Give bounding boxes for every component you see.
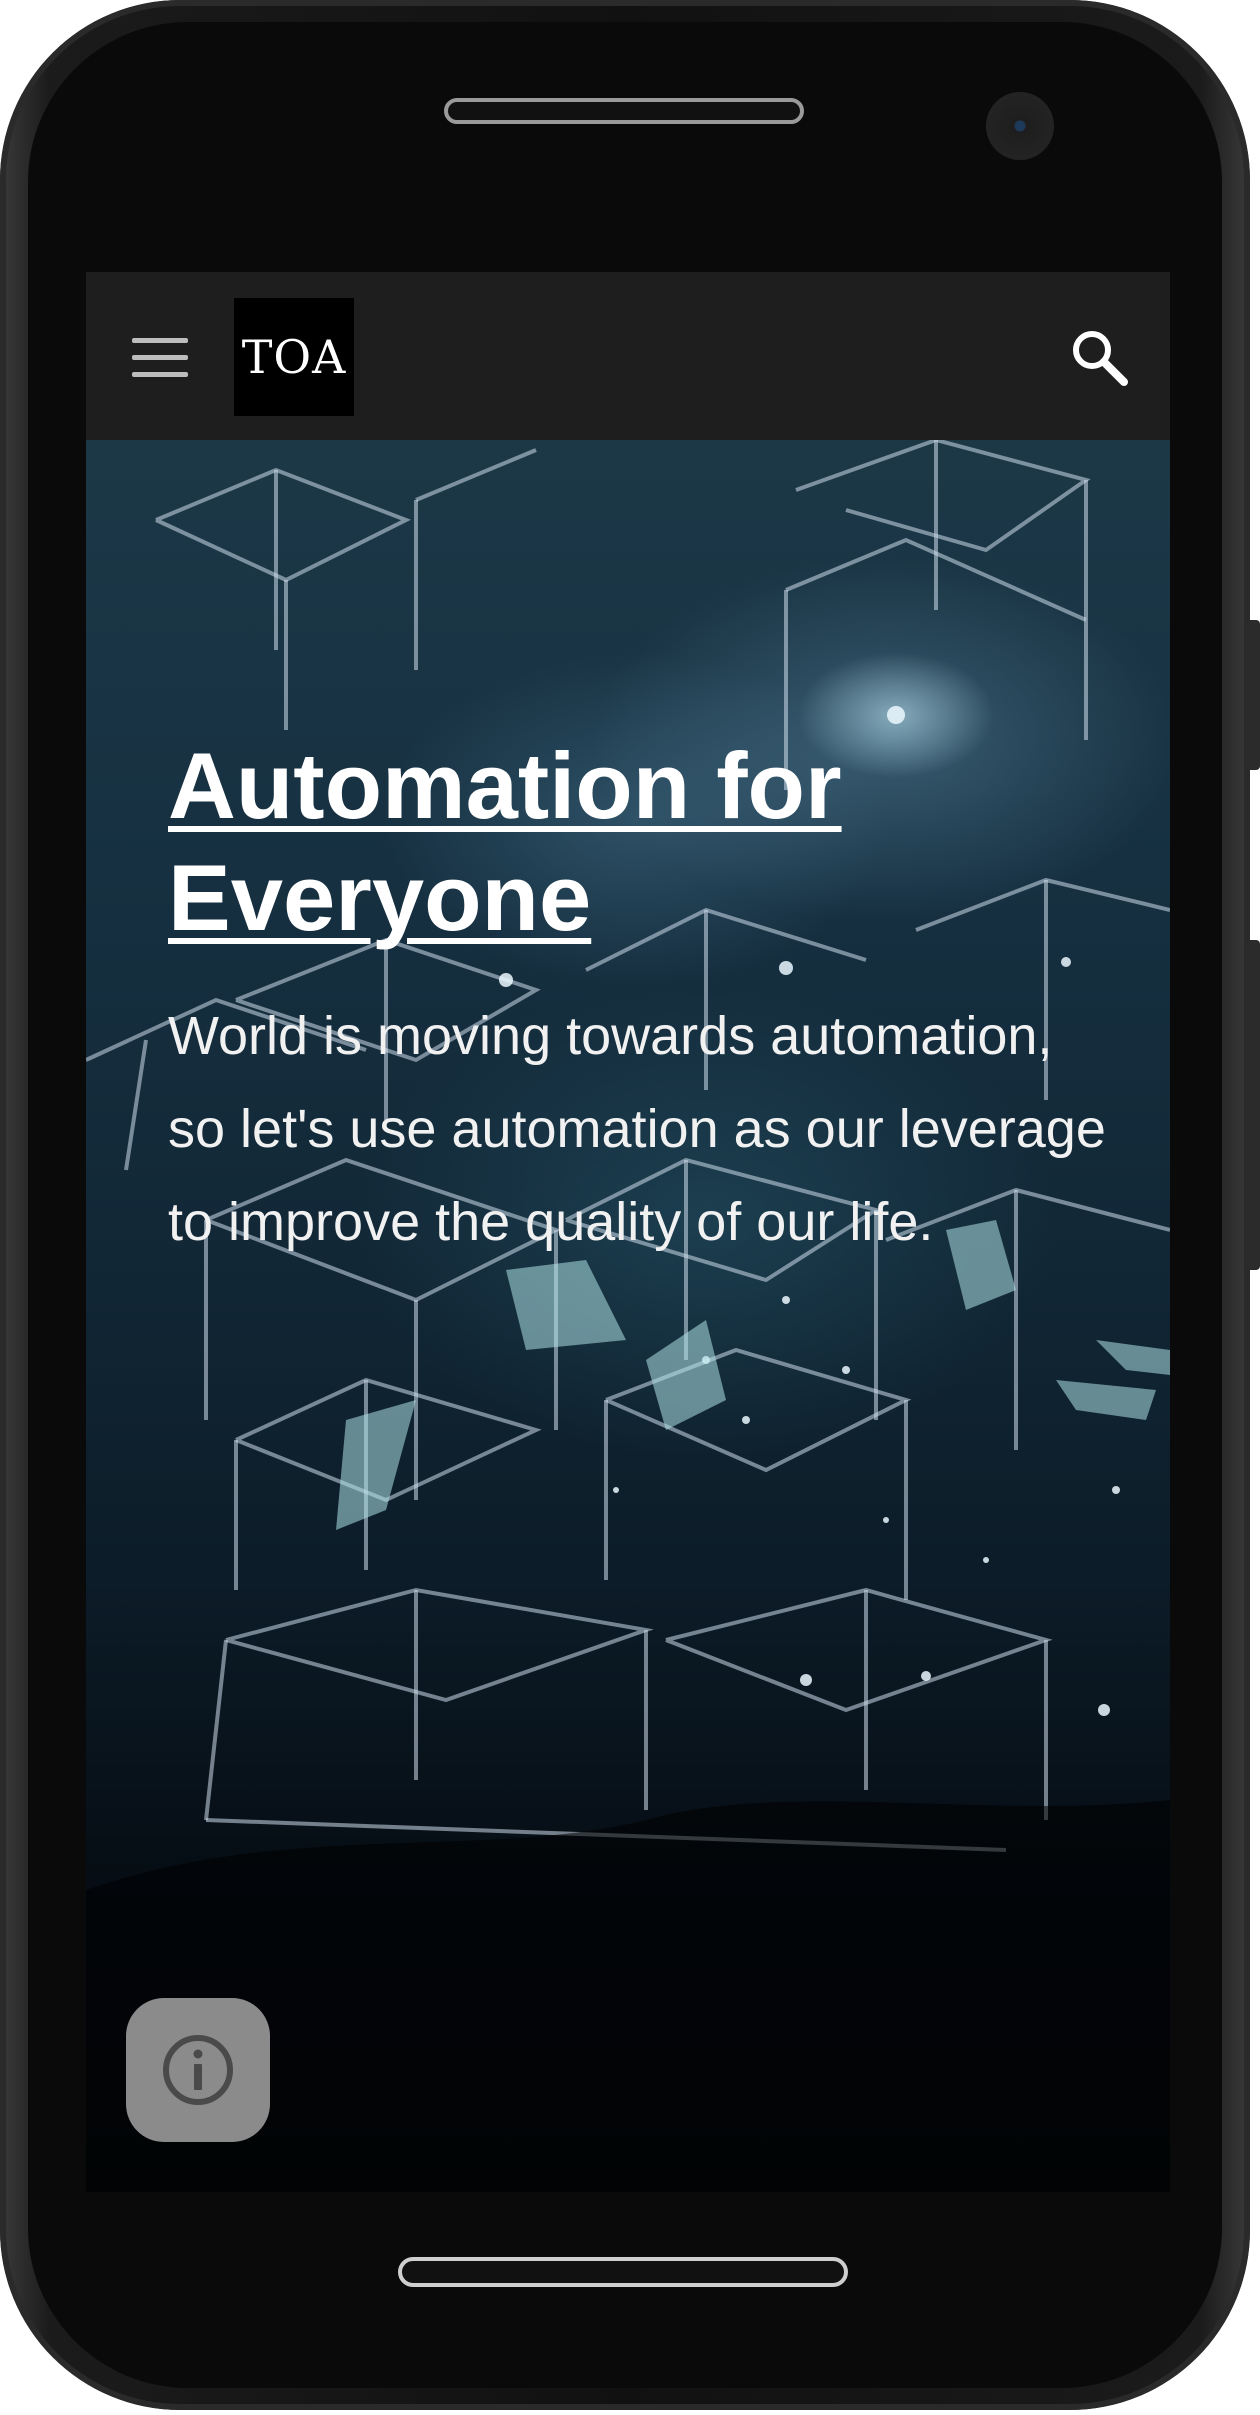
hero-background-image xyxy=(86,440,1170,2192)
hero-content: Automation for Everyone World is moving … xyxy=(168,730,1108,1269)
menu-button[interactable] xyxy=(132,338,188,378)
hero-section: Automation for Everyone World is moving … xyxy=(86,440,1170,2192)
phone-speaker xyxy=(444,98,804,124)
hamburger-menu-icon xyxy=(132,338,188,343)
phone-home-bar xyxy=(398,2257,848,2287)
hero-title[interactable]: Automation for Everyone xyxy=(168,733,842,950)
hamburger-menu-icon-line xyxy=(132,355,188,360)
phone-volume-button xyxy=(1246,940,1260,1270)
info-button[interactable] xyxy=(126,1998,270,2142)
top-app-bar: TOA xyxy=(86,272,1170,440)
logo-text: TOA xyxy=(241,330,347,384)
phone-frame: TOA Automation for Everyone World is mov… xyxy=(0,0,1260,2410)
search-icon xyxy=(1073,331,1128,386)
hamburger-menu-icon-line xyxy=(132,372,188,377)
hero-subtitle: World is moving towards automation, so l… xyxy=(168,1006,1106,1252)
info-icon xyxy=(163,2035,233,2105)
site-logo[interactable]: TOA xyxy=(234,298,354,416)
screen: TOA Automation for Everyone World is mov… xyxy=(86,272,1170,2192)
phone-side-button xyxy=(1246,620,1260,770)
hero-title-wrap: Automation for Everyone xyxy=(168,730,928,954)
phone-camera xyxy=(986,92,1054,160)
search-button[interactable] xyxy=(1068,326,1132,390)
